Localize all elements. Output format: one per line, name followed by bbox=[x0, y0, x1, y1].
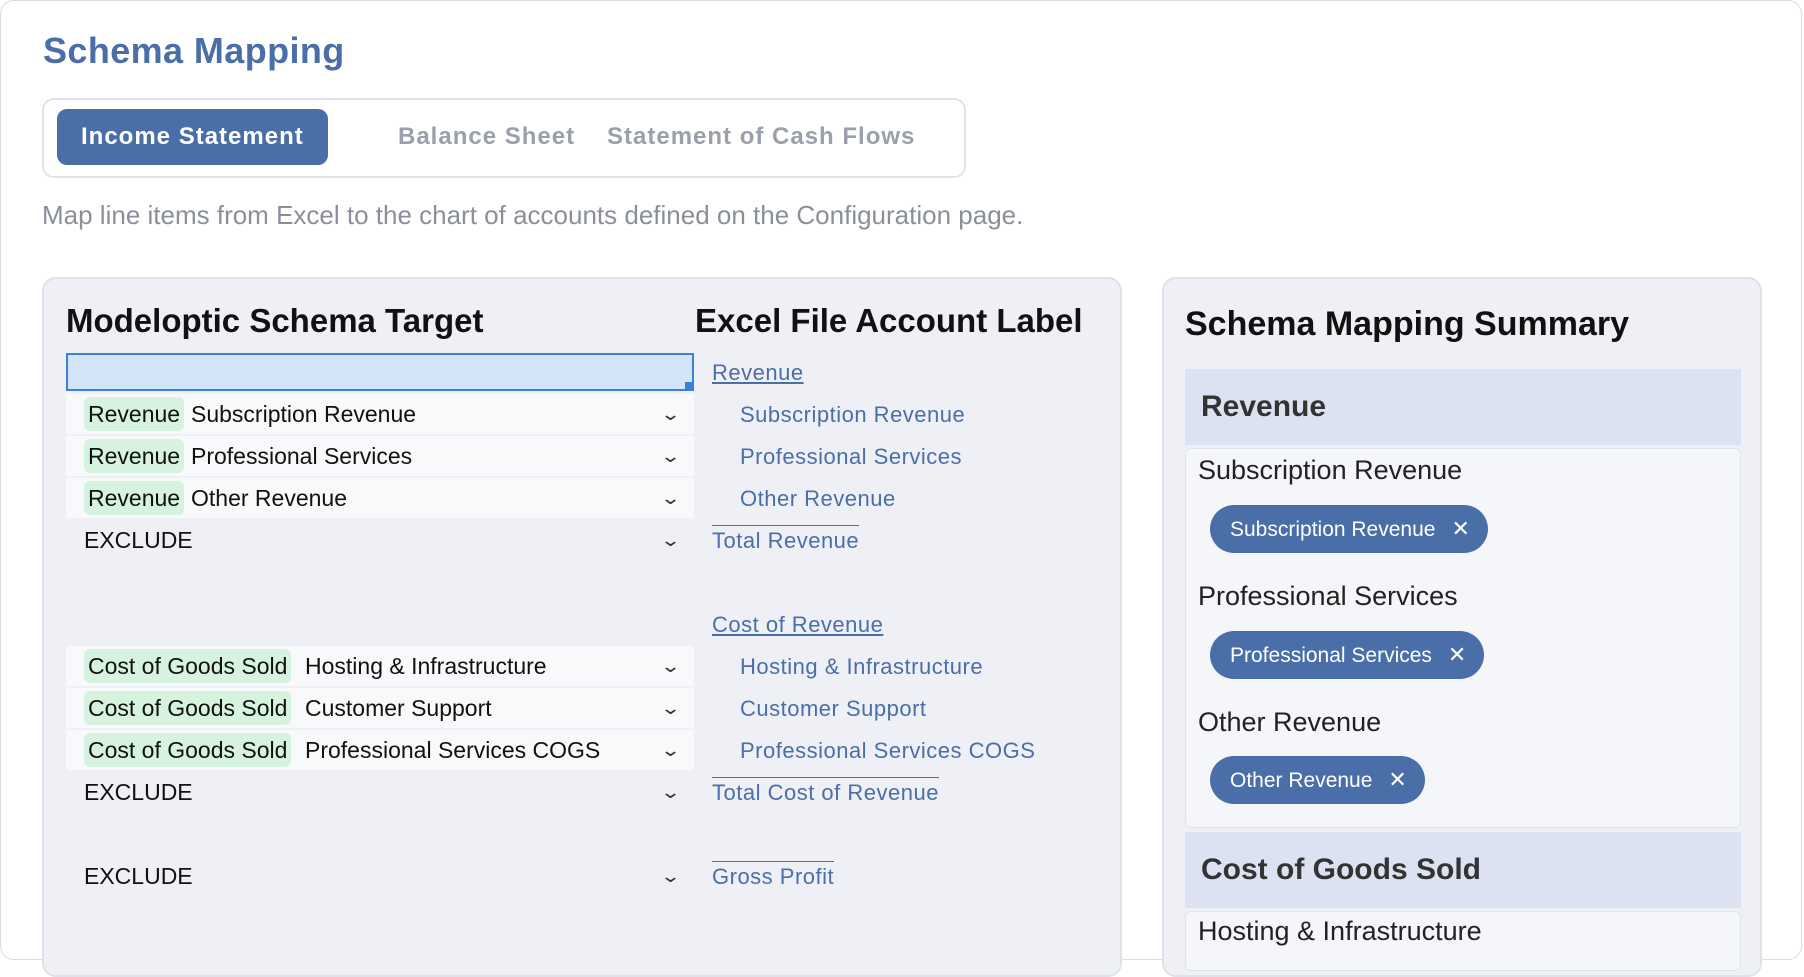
tab-income-statement[interactable]: Income Statement bbox=[57, 109, 328, 165]
mapping-select[interactable]: Revenue Other Revenue ⌄ bbox=[66, 478, 694, 518]
mapping-select[interactable]: Revenue Professional Services ⌄ bbox=[66, 436, 694, 476]
category-tag: Cost of Goods Sold bbox=[84, 691, 292, 725]
summary-category-name: Revenue bbox=[1201, 390, 1327, 423]
exclude-value: EXCLUDE bbox=[84, 863, 193, 889]
mapping-value: Other Revenue bbox=[191, 485, 347, 511]
tab-balance-sheet[interactable]: Balance Sheet bbox=[374, 109, 599, 165]
chevron-down-icon[interactable]: ⌄ bbox=[660, 730, 681, 770]
active-mapping-cell[interactable] bbox=[66, 353, 694, 391]
mapping-select[interactable]: Cost of Goods Sold Professional Services… bbox=[66, 730, 694, 770]
close-icon[interactable]: ✕ bbox=[1388, 767, 1406, 792]
mapping-value: Professional Services COGS bbox=[305, 737, 601, 763]
excel-line-item[interactable]: Professional Services bbox=[740, 444, 962, 470]
exclude-value: EXCLUDE bbox=[84, 779, 193, 805]
mapping-chip[interactable]: Subscription Revenue ✕ bbox=[1210, 505, 1488, 553]
chip-label: Other Revenue bbox=[1230, 769, 1373, 792]
chevron-down-icon[interactable]: ⌄ bbox=[660, 436, 681, 476]
mapping-select[interactable]: EXCLUDE ⌄ bbox=[66, 772, 694, 812]
mapping-value: Subscription Revenue bbox=[191, 401, 417, 427]
statement-tabs: Income Statement Balance Sheet Statement… bbox=[42, 98, 966, 178]
excel-line-item[interactable]: Hosting & Infrastructure bbox=[740, 654, 983, 680]
chevron-down-icon[interactable]: ⌄ bbox=[660, 646, 681, 686]
chevron-down-icon[interactable]: ⌄ bbox=[660, 772, 681, 812]
chevron-down-icon[interactable]: ⌄ bbox=[660, 394, 681, 434]
excel-line-item[interactable]: Subscription Revenue bbox=[740, 402, 965, 428]
category-tag: Cost of Goods Sold bbox=[84, 733, 292, 767]
summary-item-label: Hosting & Infrastructure bbox=[1198, 916, 1482, 946]
excel-total-item[interactable]: Total Revenue bbox=[712, 525, 860, 554]
page-subtitle: Map line items from Excel to the chart o… bbox=[42, 200, 1024, 230]
summary-title: Schema Mapping Summary bbox=[1185, 305, 1630, 343]
mapping-select[interactable]: Cost of Goods Sold Hosting & Infrastruct… bbox=[66, 646, 694, 686]
chip-label: Professional Services bbox=[1230, 644, 1432, 667]
summary-category: Revenue bbox=[1185, 369, 1741, 445]
excel-section-header[interactable]: Revenue bbox=[712, 360, 804, 386]
category-tag: Cost of Goods Sold bbox=[84, 649, 292, 683]
chevron-down-icon[interactable]: ⌄ bbox=[660, 520, 681, 560]
summary-item-label: Other Revenue bbox=[1198, 707, 1382, 737]
excel-total-item[interactable]: Gross Profit bbox=[712, 861, 835, 890]
close-icon[interactable]: ✕ bbox=[1448, 642, 1466, 667]
excel-line-item[interactable]: Professional Services COGS bbox=[740, 738, 1035, 764]
excel-line-item[interactable]: Other Revenue bbox=[740, 486, 896, 512]
mapping-select[interactable]: Cost of Goods Sold Customer Support ⌄ bbox=[66, 688, 694, 728]
mapping-select[interactable]: Revenue Subscription Revenue ⌄ bbox=[66, 394, 694, 434]
mapping-select[interactable]: EXCLUDE ⌄ bbox=[66, 856, 694, 896]
excel-total-item[interactable]: Total Cost of Revenue bbox=[712, 777, 939, 806]
mapping-chip[interactable]: Professional Services ✕ bbox=[1210, 631, 1485, 679]
excel-section-header[interactable]: Cost of Revenue bbox=[712, 612, 883, 638]
page-title: Schema Mapping bbox=[43, 30, 345, 71]
exclude-value: EXCLUDE bbox=[84, 527, 193, 553]
chevron-down-icon[interactable]: ⌄ bbox=[660, 688, 681, 728]
mapping-value: Hosting & Infrastructure bbox=[305, 653, 547, 679]
summary-item-label: Subscription Revenue bbox=[1198, 455, 1463, 485]
schema-target-header: Modeloptic Schema Target bbox=[66, 302, 484, 339]
mapping-select[interactable]: EXCLUDE ⌄ bbox=[66, 520, 694, 560]
chevron-down-icon[interactable]: ⌄ bbox=[660, 478, 681, 518]
mapping-chip[interactable]: Other Revenue ✕ bbox=[1210, 756, 1425, 804]
fill-handle[interactable] bbox=[685, 382, 694, 391]
category-tag: Revenue bbox=[84, 481, 185, 515]
category-tag: Revenue bbox=[84, 439, 185, 473]
excel-label-header: Excel File Account Label bbox=[695, 302, 1083, 339]
tab-statement-of-cash-flows[interactable]: Statement of Cash Flows bbox=[583, 109, 939, 165]
chip-label: Subscription Revenue bbox=[1230, 518, 1436, 541]
mapping-value: Customer Support bbox=[305, 695, 492, 721]
chevron-down-icon[interactable]: ⌄ bbox=[660, 856, 681, 896]
mapping-value: Professional Services bbox=[191, 443, 413, 469]
close-icon[interactable]: ✕ bbox=[1451, 516, 1469, 541]
excel-line-item[interactable]: Customer Support bbox=[740, 696, 927, 722]
summary-item-label: Professional Services bbox=[1198, 581, 1458, 611]
category-tag: Revenue bbox=[84, 397, 185, 431]
summary-category: Cost of Goods Sold bbox=[1185, 832, 1741, 908]
summary-category-name: Cost of Goods Sold bbox=[1201, 853, 1481, 886]
